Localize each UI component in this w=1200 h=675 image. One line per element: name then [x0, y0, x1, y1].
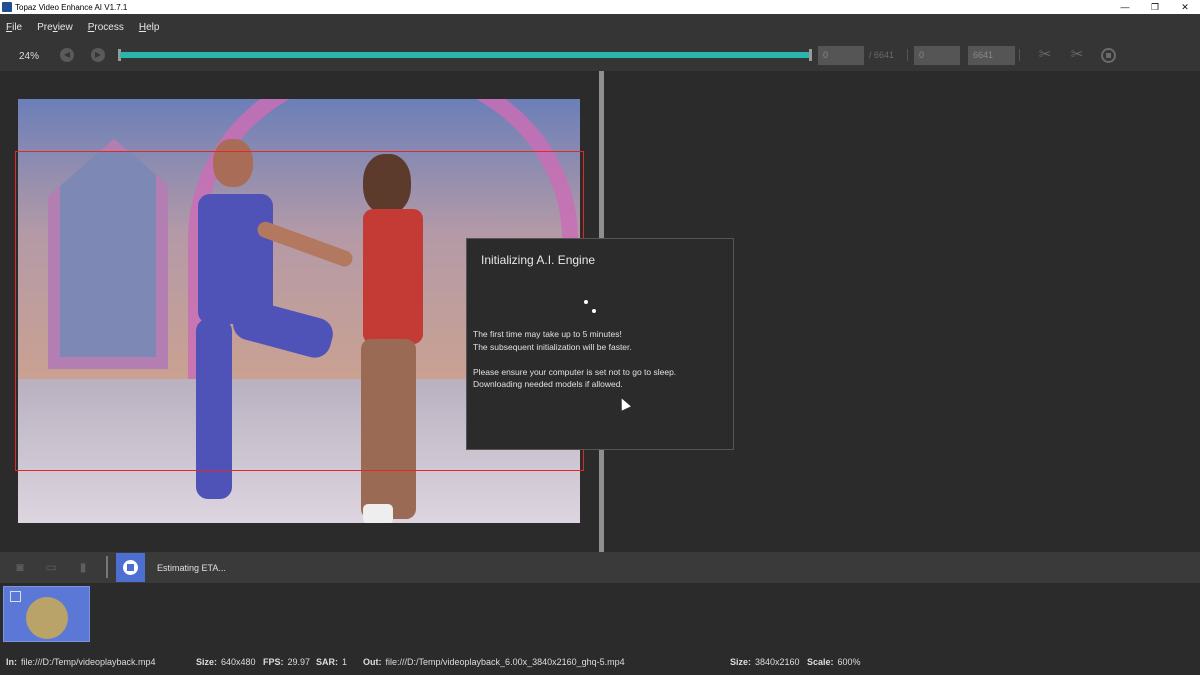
menu-preview[interactable]: Preview: [37, 22, 73, 33]
cut-range-icon[interactable]: ✂: [1068, 46, 1086, 64]
status-bar: In: file:///D:/Temp/videoplayback.mp4 Siz…: [0, 650, 1200, 675]
input-file-info: In: file:///D:/Temp/videoplayback.mp4: [6, 657, 156, 667]
menu-help[interactable]: Help: [139, 22, 160, 33]
fps-info: FPS: 29.97: [263, 657, 311, 667]
restore-button[interactable]: ❐: [1140, 0, 1170, 14]
range-start-input[interactable]: 0: [914, 46, 960, 65]
menu-file[interactable]: File: [6, 22, 22, 33]
range-end-handle[interactable]: [809, 49, 812, 61]
minimize-button[interactable]: —: [1110, 0, 1140, 14]
dialog-message-line: The subsequent initialization will be fa…: [473, 342, 632, 352]
prev-frame-icon[interactable]: ◀: [60, 48, 74, 62]
zoom-level[interactable]: 24%: [19, 51, 39, 62]
loading-spinner-icon: [584, 300, 588, 304]
app-logo-icon: [2, 2, 12, 12]
timeline-track[interactable]: [120, 52, 810, 58]
dialog-message-line: The first time may take up to 5 minutes!: [473, 329, 622, 339]
action-divider: [106, 556, 108, 578]
dialog-title: Initializing A.I. Engine: [481, 253, 596, 267]
toolbar-divider: [907, 49, 908, 61]
menu-bar: File Preview Process Help: [0, 14, 1200, 40]
input-size-info: Size: 640x480: [196, 657, 256, 667]
video-camera-icon[interactable]: ▭: [42, 561, 60, 574]
init-engine-dialog: Initializing A.I. Engine The first time …: [466, 238, 734, 450]
range-end-input[interactable]: 6641: [968, 46, 1015, 65]
scale-info: Scale: 600%: [807, 657, 861, 667]
stop-process-button[interactable]: [116, 553, 145, 582]
sar-info: SAR: 1: [316, 657, 348, 667]
dialog-message-line: Downloading needed models if allowed.: [473, 379, 623, 389]
total-frames-label: / 6641: [869, 50, 895, 60]
eta-status: Estimating ETA...: [157, 563, 226, 573]
dialog-message-line: Please ensure your computer is set not t…: [473, 367, 677, 377]
camera-icon[interactable]: ◙: [11, 561, 29, 574]
trash-icon[interactable]: ▮: [74, 561, 92, 574]
title-bar: Topaz Video Enhance AI V1.7.1 — ❐ ✕: [0, 0, 1200, 14]
thumbnail-image: [26, 597, 68, 639]
checkbox-icon[interactable]: [10, 591, 21, 602]
toolbar-divider: [1019, 49, 1020, 61]
menu-process[interactable]: Process: [88, 22, 124, 33]
thumbnail-strip: [0, 583, 1200, 645]
close-button[interactable]: ✕: [1170, 0, 1200, 14]
window-title: Topaz Video Enhance AI V1.7.1: [15, 2, 128, 12]
current-frame-input[interactable]: 0: [818, 46, 864, 65]
loading-spinner-icon: [592, 309, 596, 313]
scissors-icon[interactable]: ✂: [1036, 46, 1054, 64]
next-frame-icon[interactable]: ▶: [91, 48, 105, 62]
video-thumbnail[interactable]: [3, 586, 90, 642]
output-size-info: Size: 3840x2160: [730, 657, 800, 667]
output-file-info: Out: file:///D:/Temp/videoplayback_6.00x_…: [363, 657, 625, 667]
stop-icon[interactable]: [1101, 48, 1116, 63]
